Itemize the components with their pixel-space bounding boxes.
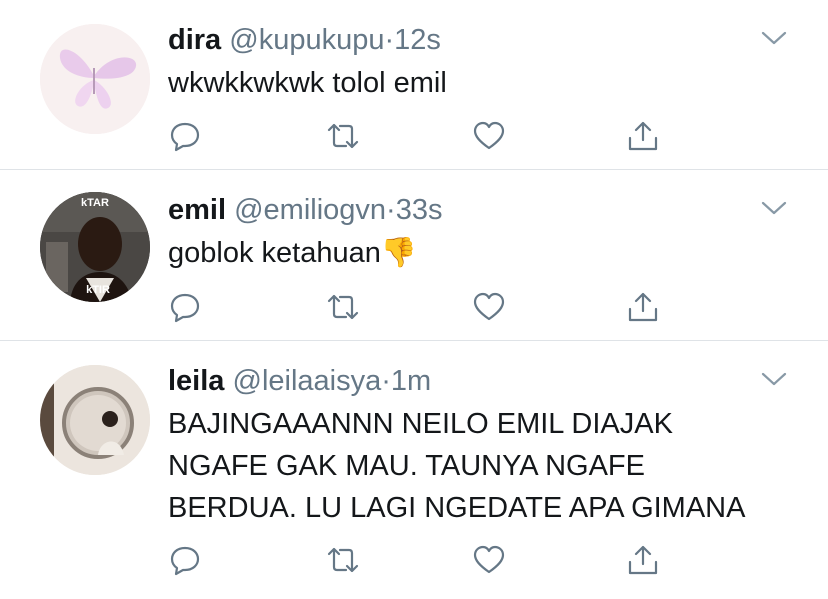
tweet-actions: [0, 119, 828, 155]
separator-dot: ·: [386, 194, 396, 226]
tweet-text-line: NGAFE GAK MAU. TAUNYA NGAFE: [168, 450, 645, 482]
tweet-text: wkwkkwkwk tolol emil: [168, 62, 447, 104]
user-handle[interactable]: @leilaaisya: [233, 365, 382, 397]
share-icon[interactable]: [626, 543, 660, 577]
mirror-selfie-avatar-image: [40, 365, 150, 475]
tweet-text-line: BERDUA. LU LAGI NGEDATE APA GIMANA: [168, 492, 746, 524]
retweet-icon[interactable]: [326, 290, 360, 324]
share-icon[interactable]: [626, 290, 660, 324]
like-icon[interactable]: [472, 543, 506, 577]
reply-icon[interactable]: [168, 290, 202, 324]
butterfly-avatar-image: [40, 24, 150, 134]
tweet-item[interactable]: dira @kupukupu·12s wkwkkwkwk tolol emil: [0, 0, 828, 170]
timestamp[interactable]: 33s: [396, 194, 443, 226]
tweet-actions: [0, 543, 828, 579]
avatar[interactable]: [40, 365, 150, 475]
tweet-header: emil @emiliogvn·33s: [168, 192, 442, 228]
reply-icon[interactable]: [168, 543, 202, 577]
like-icon[interactable]: [472, 290, 506, 324]
display-name[interactable]: dira: [168, 24, 221, 56]
share-icon[interactable]: [626, 119, 660, 153]
thumbs-down-emoji: 👎: [380, 237, 417, 269]
timestamp[interactable]: 1m: [391, 365, 431, 397]
retweet-icon[interactable]: [326, 543, 360, 577]
chevron-down-icon[interactable]: [760, 369, 788, 389]
retweet-icon[interactable]: [326, 119, 360, 153]
chevron-down-icon[interactable]: [760, 28, 788, 48]
avatar[interactable]: [40, 24, 150, 134]
tweet-actions: [0, 290, 828, 326]
tweet-item[interactable]: leila @leilaaisya·1m BAJINGAAANNN NEILO …: [0, 341, 828, 599]
tweet-header: dira @kupukupu·12s: [168, 22, 441, 58]
tweet-item[interactable]: kTAR kTIR emil @emiliogvn·33s goblok ket…: [0, 170, 828, 341]
tweet-text: goblok ketahuan👎: [168, 232, 417, 274]
avatar[interactable]: kTAR kTIR: [40, 192, 150, 302]
avatar-caption-top: kTAR: [81, 197, 109, 209]
display-name[interactable]: emil: [168, 194, 226, 226]
tweet-text-line: wkwkkwkwk tolol emil: [168, 67, 447, 99]
tweet-text: BAJINGAAANNN NEILO EMIL DIAJAK NGAFE GAK…: [168, 403, 745, 529]
reply-icon[interactable]: [168, 119, 202, 153]
chevron-down-icon[interactable]: [760, 198, 788, 218]
user-handle[interactable]: @kupukupu: [229, 24, 384, 56]
tweet-text-line: goblok ketahuan: [168, 237, 381, 269]
person-avatar-image: kTAR kTIR: [40, 192, 150, 302]
timestamp[interactable]: 12s: [394, 24, 441, 56]
separator-dot: ·: [381, 365, 391, 397]
user-handle[interactable]: @emiliogvn: [234, 194, 386, 226]
tweet-text-line: BAJINGAAANNN NEILO EMIL DIAJAK: [168, 408, 673, 440]
tweet-header: leila @leilaaisya·1m: [168, 363, 431, 399]
separator-dot: ·: [384, 24, 395, 56]
display-name[interactable]: leila: [168, 365, 224, 397]
like-icon[interactable]: [472, 119, 506, 153]
